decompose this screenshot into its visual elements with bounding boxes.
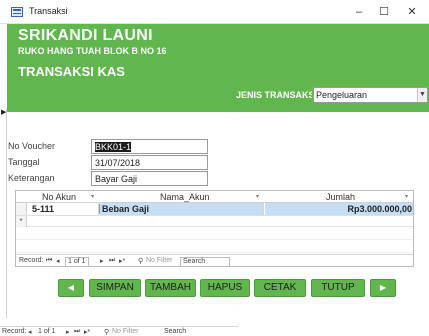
- new-record-icon: *: [16, 216, 27, 227]
- search-box[interactable]: Search: [180, 257, 230, 266]
- last-record-icon[interactable]: ⏭: [74, 328, 80, 336]
- jumlah-cell[interactable]: Rp3.000.000,00: [265, 203, 413, 215]
- next-record-icon[interactable]: ▸: [66, 328, 70, 336]
- column-no-akun[interactable]: No Akun: [42, 192, 76, 202]
- filter-icon[interactable]: ⚲: [138, 257, 143, 265]
- form-icon: [11, 7, 23, 17]
- form-header: SRIKANDI LAUNI RUKO HANG TUAH BLOK B NO …: [7, 24, 429, 112]
- tambah-button[interactable]: TAMBAH: [145, 279, 196, 297]
- company-address: RUKO HANG TUAH BLOK B NO 16: [18, 46, 167, 56]
- next-record-icon[interactable]: ▸: [100, 257, 104, 265]
- search-box[interactable]: Search: [164, 328, 186, 335]
- tanggal-label: Tanggal: [8, 157, 40, 167]
- table-row[interactable]: 5-111 ▼ Beban Gaji Rp3.000.000,00: [16, 203, 413, 215]
- subform-record-navigator: Record: ⏮ ◂ 1 of 1 ▸ ⏭ ▸* ⚲ No Filter Se…: [16, 254, 413, 266]
- previous-record-icon[interactable]: ◂: [28, 328, 32, 336]
- new-record-row[interactable]: *: [16, 215, 413, 227]
- keterangan-field[interactable]: Bayar Gaji: [91, 171, 208, 186]
- form-title: TRANSAKSI KAS: [18, 64, 125, 79]
- close-button[interactable]: ✕: [402, 4, 422, 20]
- datasheet-header: No Akun ▾ Nama_Akun ▾ Jumlah ▾: [16, 191, 413, 203]
- tutup-button[interactable]: TUTUP: [311, 279, 365, 297]
- form-record-navigator: Record: ◂ 1 of 1 ▸ ⏭ ▸* ⚲ No Filter Sear…: [0, 326, 238, 336]
- cetak-button[interactable]: CETAK: [254, 279, 306, 297]
- row-selector[interactable]: [16, 203, 27, 215]
- record-position[interactable]: 1 of 1: [65, 257, 89, 266]
- column-nama-akun[interactable]: Nama_Akun: [160, 192, 210, 202]
- detail-subform[interactable]: No Akun ▾ Nama_Akun ▾ Jumlah ▾ 5-111 ▼ B…: [15, 190, 414, 267]
- nama-akun-cell[interactable]: Beban Gaji: [100, 203, 264, 215]
- previous-record-icon[interactable]: ◂: [56, 257, 60, 265]
- current-record-icon: ▶: [1, 109, 7, 116]
- jenis-transaksi-label: JENIS TRANSAKSI: [236, 90, 312, 100]
- company-name: SRIKANDI LAUNI: [18, 27, 153, 44]
- empty-row: [16, 241, 413, 253]
- tanggal-value: 31/07/2018: [95, 158, 141, 168]
- next-button[interactable]: ▶: [370, 279, 396, 297]
- keterangan-value: Bayar Gaji: [95, 174, 138, 184]
- sort-arrow-icon[interactable]: ▾: [91, 193, 94, 200]
- record-label: Record:: [19, 257, 44, 264]
- empty-row: [16, 228, 413, 240]
- jenis-transaksi-value: Pengeluaran: [316, 90, 368, 100]
- record-selector[interactable]: ▶: [0, 108, 7, 318]
- filter-status[interactable]: No Filter: [112, 328, 138, 335]
- previous-button[interactable]: ◀: [58, 279, 84, 297]
- jenis-transaksi-select[interactable]: Pengeluaran ▼: [313, 87, 428, 103]
- record-label: Record:: [2, 328, 27, 335]
- tanggal-field[interactable]: 31/07/2018: [91, 155, 208, 170]
- column-jumlah[interactable]: Jumlah: [326, 192, 355, 202]
- record-position[interactable]: 1 of 1: [38, 328, 56, 335]
- chevron-down-icon[interactable]: ▼: [417, 88, 427, 102]
- no-akun-value: 5-111: [32, 204, 55, 214]
- simpan-button[interactable]: SIMPAN: [89, 279, 141, 297]
- maximize-button[interactable]: ☐: [374, 4, 394, 20]
- sort-arrow-icon[interactable]: ▾: [256, 193, 259, 200]
- keterangan-label: Keterangan: [8, 173, 55, 183]
- window-titlebar: Transaksi – ☐ ✕: [0, 0, 429, 24]
- new-record-nav-icon[interactable]: ▸*: [119, 257, 125, 265]
- hapus-button[interactable]: HAPUS: [200, 279, 250, 297]
- voucher-field[interactable]: BKK01-1: [91, 139, 208, 154]
- new-record-nav-icon[interactable]: ▸*: [84, 328, 90, 336]
- filter-icon[interactable]: ⚲: [104, 328, 109, 336]
- sort-arrow-icon[interactable]: ▾: [405, 193, 408, 200]
- filter-status[interactable]: No Filter: [146, 257, 172, 264]
- voucher-value: BKK01-1: [95, 142, 132, 152]
- last-record-icon[interactable]: ⏭: [109, 257, 115, 265]
- voucher-label: No Voucher: [8, 141, 56, 151]
- minimize-button[interactable]: –: [349, 4, 369, 20]
- no-akun-cell[interactable]: 5-111 ▼: [28, 203, 110, 215]
- first-record-icon[interactable]: ⏮: [46, 257, 52, 265]
- window-title: Transaksi: [29, 6, 68, 16]
